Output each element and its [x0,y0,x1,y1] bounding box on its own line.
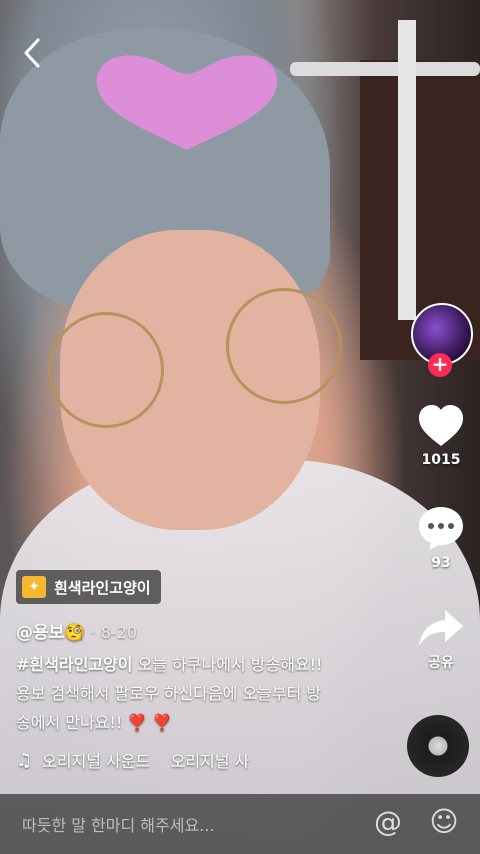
heart-sticker [96,55,278,150]
music-title: 오리지널 사운드 오리지널 사 [42,752,250,771]
caption: #흰색라인고양이 오늘 하쿠나에서 방송해요!! 용보 검색해서 팔로우 하신다… [16,650,376,737]
username[interactable]: @용보🧐 [16,623,85,643]
share-label: 공유 [428,655,454,671]
background-pole [398,20,416,320]
follow-button[interactable]: + [428,353,452,377]
comment-count: 93 [431,555,451,571]
comment-button[interactable]: 93 [410,505,472,571]
at-icon[interactable]: @ [372,806,404,838]
hashtag-badge-label: 흰색라인고양이 [54,578,151,597]
video-background[interactable]: + 1015 93 공유 ✦ 흰색라인고양이 @용보🧐 · 8-20 #흰색라인… [0,0,480,854]
background-rack [290,62,480,76]
like-count: 1015 [421,452,461,468]
sparkle-icon: ✦ [22,576,46,598]
hashtag-badge[interactable]: ✦ 흰색라인고양이 [16,570,161,604]
heart-icon [419,405,463,446]
music-note-icon: ♫ [16,749,33,771]
share-button[interactable]: 공유 [410,608,472,672]
glasses-left-lens [48,312,164,428]
caption-line1: 오늘 하쿠나에서 방송해요!! [132,655,323,674]
caption-hashtag[interactable]: #흰색라인고양이 [16,655,132,674]
caption-line2: 용보 검색해서 팔로우 하신다음에 오늘부터 방 [16,684,322,703]
comment-bubble-icon [419,507,463,550]
music-ticker[interactable]: ♫ 오리지널 사운드 오리지널 사 [16,748,266,772]
chevron-left-icon[interactable] [18,36,46,70]
post-date: · 8-20 [85,623,138,642]
glasses-right-lens [226,288,342,404]
smiley-icon[interactable]: ☺ [428,806,460,838]
username-line[interactable]: @용보🧐 · 8-20 [16,618,137,643]
music-disc[interactable] [407,715,469,777]
comment-input[interactable]: 따듯한 말 한마디 해주세요... [22,812,214,836]
share-arrow-icon [419,610,463,646]
caption-line3: 송에서 만나요!! ❣️ ❣️ [16,713,173,732]
like-button[interactable]: 1015 [410,404,472,468]
